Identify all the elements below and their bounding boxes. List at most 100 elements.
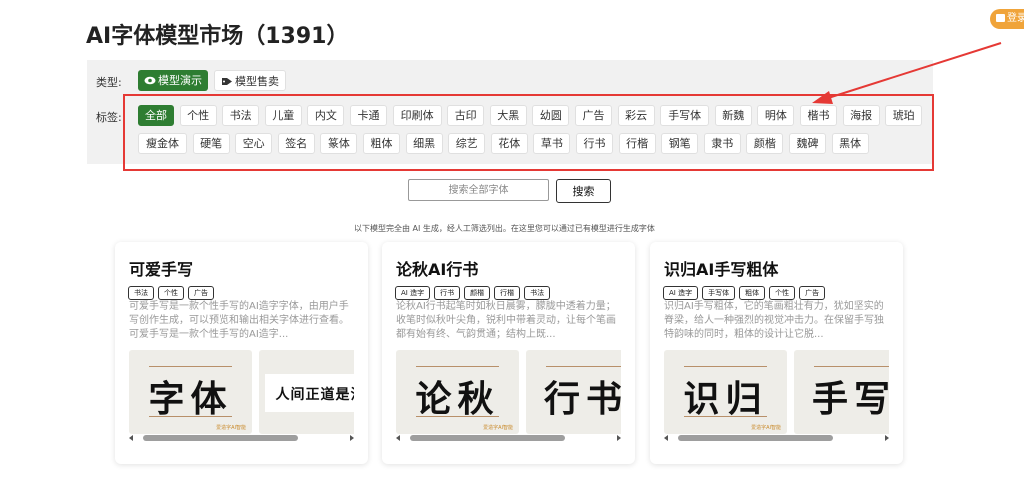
preview-scrollbar[interactable] [664,434,889,443]
card-tag[interactable]: 广告 [188,286,214,300]
font-preview-image[interactable]: 论秋 爱造字AI智能 [396,350,519,434]
model-card[interactable]: 论秋AI行书 AI 造字 行书 颜楷 行楷 书法 论秋AI行书起笔时如秋日晨雾，朦胧中透着力… [382,242,635,464]
tag-button[interactable]: 瘦金体 [138,133,187,154]
scroll-thumb[interactable] [143,435,298,441]
type-label-demo: 模型演示 [158,74,202,87]
font-preview-image[interactable]: 手写 [794,350,889,434]
tag-button[interactable]: 篆体 [320,133,358,154]
scroll-thumb[interactable] [678,435,833,441]
tag-button[interactable]: 魏碑 [789,133,826,154]
tag-button[interactable]: 印刷体 [392,105,442,126]
model-card[interactable]: 可爱手写书法 个性 广告 可爱手写是一款个性手写的AI造字字体，由用户手写创作生成，可… [115,242,368,464]
search-input[interactable] [408,179,549,201]
card-tag[interactable]: 行楷 [494,286,521,300]
type-model-demo-button[interactable]: 模型演示 [138,70,208,91]
card-title[interactable]: 可爱手写 [129,256,193,280]
tag-button[interactable]: 空心 [235,133,273,154]
card-tag[interactable]: 颜楷 [464,286,491,300]
preview-rule [684,416,767,417]
scroll-thumb[interactable] [410,435,565,441]
tag-button[interactable]: 书法 [222,105,260,126]
tag-button[interactable]: 儿童 [264,105,302,126]
tag-button[interactable]: 楷书 [800,105,837,126]
card-title[interactable]: 论秋AI行书 [396,256,478,280]
font-preview-image[interactable]: 识归 爱造字AI智能 [664,350,787,434]
tag-button[interactable]: 黑体 [831,133,869,154]
preview-rule [546,366,621,367]
tag-button[interactable]: 幼圆 [532,105,570,126]
model-card[interactable]: 识归AI手写粗体 AI 造字 手写体 粗体 个性 广告 识归AI手写粗体，它的笔画粗壮有力，… [650,242,903,464]
generation-notice: 以下模型完全由 AI 生成，经人工筛选列出。在这里您可以通过已有模型进行生成字体 [354,224,655,233]
eye-icon [144,76,156,85]
preview-scrollbar[interactable] [396,434,621,443]
tag-button[interactable]: 个性 [179,105,217,126]
card-description: 可爱手写是一款个性手写的AI造字字体，由用户手写创作生成，可以预览和输出相关字体… [129,301,349,340]
tag-button[interactable]: 广告 [575,105,612,126]
tags-label: 标签: [96,111,122,124]
card-tag[interactable]: 广告 [799,286,826,300]
preview-brand: 爱造字AI智能 [751,425,781,431]
preview-scrollbar[interactable] [129,434,354,443]
card-tag[interactable]: 个性 [769,286,796,300]
card-tag[interactable]: 书法 [128,286,154,300]
preview-rule [149,416,232,417]
tag-button[interactable]: 明体 [757,105,795,126]
tag-button[interactable]: 颜楷 [746,133,784,154]
tag-button[interactable]: 综艺 [448,133,486,154]
type-label-sale: 模型售卖 [235,75,279,88]
preview-rule [416,366,499,367]
card-tag[interactable]: 书法 [524,286,551,300]
login-label: 登录 [1007,13,1024,24]
tag-button[interactable]: 全部 [138,105,174,126]
tag-button[interactable]: 粗体 [363,133,400,154]
preview-rule [149,366,232,367]
preview-rule [416,416,499,417]
tag-button[interactable]: 新魏 [714,105,752,126]
tag-button[interactable]: 花体 [490,133,528,154]
font-preview-image[interactable]: 人间正道是沧 [259,350,354,434]
type-model-sale-button[interactable]: 模型售卖 [214,70,286,91]
search-button[interactable]: 搜索 [556,179,611,203]
tag-button[interactable]: 草书 [533,133,571,154]
card-tag-list: AI 造字 行书 颜楷 行楷 书法 [395,280,554,300]
tag-button[interactable]: 细黑 [405,133,443,154]
card-tag[interactable]: 粗体 [739,286,766,300]
tag-button[interactable]: 琥珀 [885,105,923,126]
card-title[interactable]: 识归AI手写粗体 [664,256,778,280]
page-title: AI字体模型市场（1391） [86,24,349,49]
font-preview-image[interactable]: 行书 [526,350,621,434]
scroll-left-icon[interactable] [396,435,400,441]
card-tag[interactable]: AI 造字 [395,286,431,300]
login-button[interactable]: 登录 [990,9,1024,29]
tag-button[interactable]: 隶书 [703,133,741,154]
tag-button[interactable]: 行书 [576,133,613,154]
preview-text: 论秋 [415,378,500,420]
card-tag[interactable]: 手写体 [702,286,736,300]
tag-button[interactable]: 手写体 [660,105,710,126]
tag-button[interactable]: 硬笔 [192,133,230,154]
card-tag[interactable]: AI 造字 [663,286,699,300]
preview-strip[interactable]: 字体爱造字AI智能 人间正道是沧 [129,350,354,436]
tag-button[interactable]: 卡通 [350,105,387,126]
scroll-right-icon[interactable] [885,435,889,441]
preview-strip[interactable]: 论秋 爱造字AI智能 行书 [396,350,621,436]
card-tag[interactable]: 个性 [158,286,184,300]
tag-button[interactable]: 彩云 [617,105,655,126]
tag-button[interactable]: 内文 [307,105,345,126]
tag-button[interactable]: 海报 [842,105,880,126]
scroll-left-icon[interactable] [129,435,133,441]
preview-rule [814,366,889,367]
tag-button[interactable]: 钢笔 [661,133,699,154]
tag-button[interactable]: 大黑 [489,105,527,126]
font-preview-image[interactable]: 字体 爱造字AI智能 [129,350,252,434]
preview-text: 手写 [812,378,889,420]
scroll-left-icon[interactable] [664,435,668,441]
tag-icon [222,78,232,85]
scroll-right-icon[interactable] [350,435,354,441]
preview-strip[interactable]: 识归 爱造字AI智能 手写 [664,350,889,436]
scroll-right-icon[interactable] [617,435,621,441]
card-tag[interactable]: 行书 [434,286,461,300]
tag-button[interactable]: 签名 [277,133,315,154]
tag-button[interactable]: 行楷 [618,133,656,154]
tag-button[interactable]: 古印 [447,105,485,126]
